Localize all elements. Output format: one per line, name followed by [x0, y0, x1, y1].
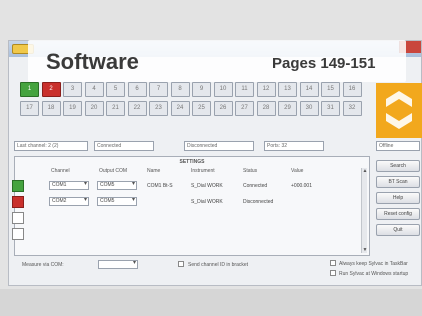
connection-slot[interactable]: 5	[106, 82, 125, 97]
instrument-name: S_Dial WORK	[191, 183, 223, 189]
connection-slot[interactable]: 2	[41, 82, 61, 97]
connection-slot[interactable]: 6	[127, 82, 147, 97]
connection-slot[interactable]: 4	[84, 82, 104, 97]
reset-config-button[interactable]: Reset config	[376, 208, 420, 220]
row-status: Disconnected	[243, 199, 274, 205]
connection-slot[interactable]: 18	[41, 101, 61, 116]
settings-row: COM2 COM5 S_Dial WORK Disconnected	[15, 195, 371, 209]
col-status: Status	[243, 168, 258, 174]
connection-slot[interactable]: 12	[256, 82, 276, 97]
connection-slot[interactable]: 27	[235, 101, 254, 116]
scroll-down-icon[interactable]: ▼	[362, 247, 368, 253]
connection-slot[interactable]: 31	[321, 101, 340, 116]
search-button[interactable]: Search	[376, 160, 420, 172]
connection-slot[interactable]: 32	[342, 101, 362, 116]
connection-slot[interactable]: 11	[235, 82, 254, 97]
scroll-up-icon[interactable]: ▲	[362, 168, 368, 174]
connection-slot[interactable]: 25	[192, 101, 211, 116]
output-com-select[interactable]: COM5	[97, 197, 137, 206]
connection-slot[interactable]: 23	[149, 101, 168, 116]
taskbar-label: Always keep Sylvac in TaskBar	[339, 261, 408, 267]
channel-indicator-connected	[12, 180, 24, 192]
page-reference: Pages 149-151	[272, 55, 376, 72]
taskbar-checkbox[interactable]	[330, 260, 336, 266]
connection-slot[interactable]: 29	[278, 101, 297, 116]
connection-slot[interactable]: 9	[192, 82, 211, 97]
connection-slot[interactable]: 10	[213, 82, 233, 97]
measure-com-select[interactable]	[98, 260, 138, 269]
status-disconnected: Disconnected	[184, 141, 254, 151]
connection-slot[interactable]: 1	[20, 82, 39, 97]
col-value: Value	[291, 168, 304, 174]
output-com-select[interactable]: COM5	[97, 181, 137, 190]
col-output: Output COM	[99, 168, 128, 174]
sylvac-logo-icon	[386, 91, 412, 129]
status-row: Last channel: 2 (2) Connected Disconnect…	[14, 141, 420, 153]
connection-slot[interactable]: 16	[342, 82, 362, 97]
quit-button[interactable]: Quit	[376, 224, 420, 236]
col-name: Name	[147, 168, 161, 174]
row-value: +000.001	[291, 183, 312, 189]
instrument-name: S_Dial WORK	[191, 199, 223, 205]
connection-slot[interactable]: 3	[63, 82, 82, 97]
channel-select[interactable]: COM1	[49, 181, 89, 190]
bt-scan-button[interactable]: BT Scan	[376, 176, 420, 188]
status-connected: Connected	[94, 141, 154, 151]
settings-panel: SETTINGS Channel Output COM Name Instrum…	[14, 156, 370, 256]
status-last-channel: Last channel: 2 (2)	[14, 141, 88, 151]
col-instrument: Instrument	[191, 168, 215, 174]
connection-slot[interactable]: 30	[299, 101, 319, 116]
channel-indicator-empty	[12, 212, 24, 224]
page-background: 1 2 3 4 5 6 7 8 9 10 11 12 13 14 15 16 17 18 19 20 21 22 23 24 2…	[0, 0, 422, 316]
connection-slot[interactable]: 14	[299, 82, 319, 97]
connection-slot[interactable]: 26	[213, 101, 233, 116]
send-channel-checkbox[interactable]	[178, 261, 184, 267]
connection-slot[interactable]: 20	[84, 101, 104, 116]
status-offline: Offline	[376, 141, 420, 151]
settings-scrollbar[interactable]: ▲ ▼	[361, 168, 367, 253]
connection-slot[interactable]: 28	[256, 101, 276, 116]
settings-title: SETTINGS	[179, 159, 205, 165]
connection-slot[interactable]: 19	[63, 101, 82, 116]
connection-slot[interactable]: 24	[170, 101, 190, 116]
bottom-band	[0, 289, 422, 316]
connection-slot[interactable]: 22	[127, 101, 147, 116]
sylvac-logo	[376, 83, 422, 138]
device-name: COM1 Bt-S	[147, 183, 173, 189]
connection-slot[interactable]: 8	[170, 82, 190, 97]
connection-slot[interactable]: 7	[149, 82, 168, 97]
help-button[interactable]: Help	[376, 192, 420, 204]
send-channel-label: Send channel ID in bracket	[188, 262, 249, 268]
startup-checkbox[interactable]	[330, 270, 336, 276]
connection-slot[interactable]: 21	[106, 101, 125, 116]
page-title: Software	[46, 49, 139, 74]
connection-slot[interactable]: 13	[278, 82, 297, 97]
row-status: Connected	[243, 183, 268, 189]
bottom-options: Measure via COM: Send channel ID in brac…	[14, 258, 414, 284]
channel-select[interactable]: COM2	[49, 197, 89, 206]
connection-grid: 1 2 3 4 5 6 7 8 9 10 11 12 13 14 15 16 17 18 19 20 21 22 23 24 2…	[20, 82, 368, 122]
connection-slot[interactable]: 15	[321, 82, 340, 97]
startup-label: Run Sylvac at Windows startup	[339, 271, 409, 277]
channel-indicator-disconnected	[12, 196, 24, 208]
channel-indicator-empty	[12, 228, 24, 240]
col-channel: Channel	[51, 168, 70, 174]
settings-row: COM1 COM5 COM1 Bt-S S_Dial WORK Connecte…	[15, 179, 371, 193]
connection-slot[interactable]: 17	[20, 101, 39, 116]
status-ports: Ports: 32	[264, 141, 324, 151]
measure-com-label: Measure via COM:	[22, 262, 64, 268]
